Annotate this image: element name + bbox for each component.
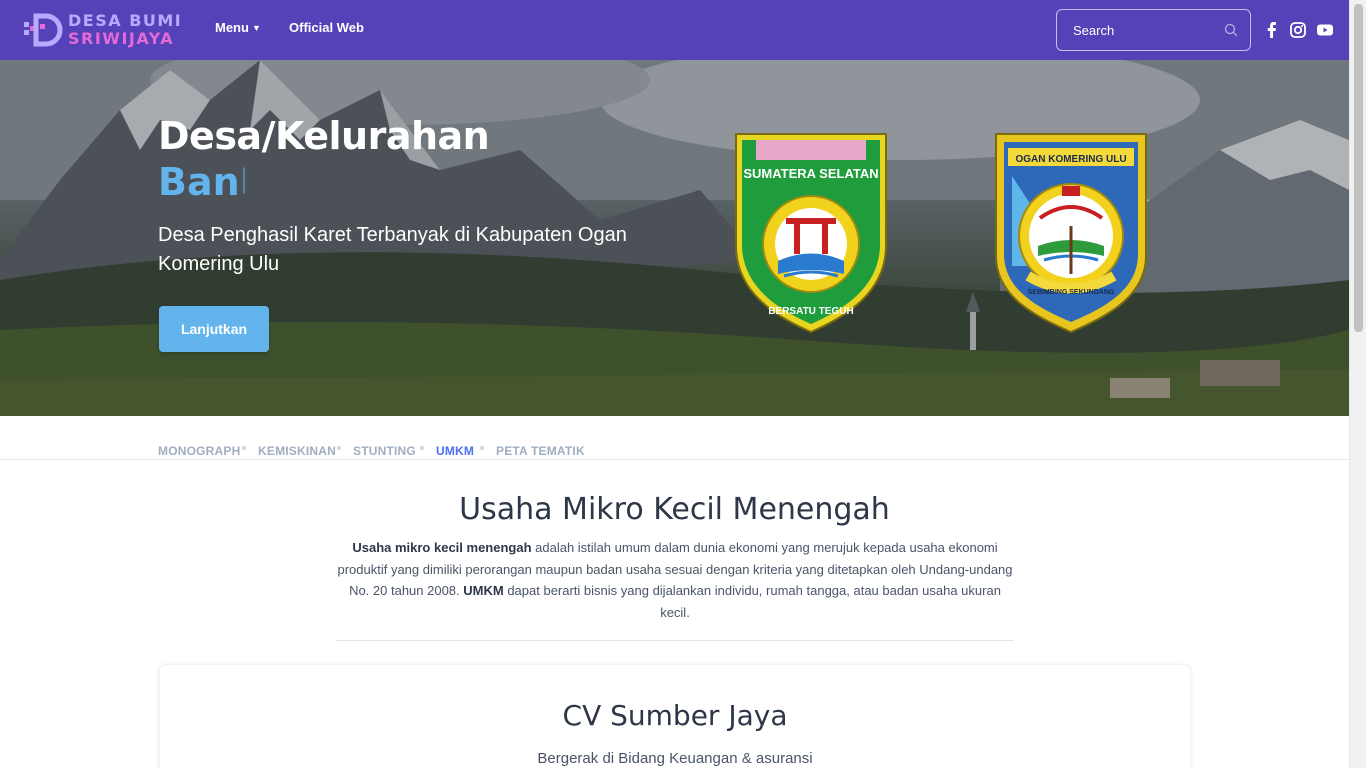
brand-logo[interactable]: DESA BUMI SRIWIJAYA: [22, 8, 187, 52]
hero-subtitle: Ban|: [158, 160, 248, 204]
tab-separator: [480, 446, 484, 450]
tab-separator: [420, 446, 424, 450]
official-web-link[interactable]: Official Web: [289, 20, 364, 35]
search-icon[interactable]: [1224, 23, 1238, 37]
emblem-right-top-text: OGAN KOMERING ULU: [1015, 154, 1126, 165]
scrollbar-thumb[interactable]: [1354, 4, 1363, 332]
tab-kemiskinan[interactable]: KEMISKINAN: [258, 444, 336, 458]
brand-line2: SRIWIJAYA: [68, 29, 175, 48]
business-name: CV Sumber Jaya: [562, 699, 788, 732]
emblem-right-bottom-text: SEBIMBING SEKUNDANG: [1028, 289, 1115, 296]
menu-label: Menu: [215, 20, 249, 35]
hero-description: Desa Penghasil Karet Terbanyak di Kabupa…: [158, 224, 627, 275]
search-input[interactable]: [1073, 22, 1213, 38]
instagram-icon[interactable]: [1289, 21, 1307, 39]
page-scrollbar[interactable]: [1349, 0, 1366, 768]
section-tabs: MONOGRAPH KEMISKINAN STUNTING UMKM PETA …: [0, 416, 1349, 460]
business-card: CV Sumber Jaya Bergerak di Bidang Keuang…: [159, 664, 1191, 768]
emblem-left-top-text: SUMATERA SELATAN: [743, 166, 878, 181]
business-sector: Bergerak di Bidang Keuangan & asuransi: [537, 750, 813, 767]
emblem-left-bottom-text: BERSATU TEGUH: [768, 306, 853, 317]
umkm-definition-cont: dapat berarti bisnis yang dijalankan ind…: [503, 583, 1001, 620]
section-title: Usaha Mikro Kecil Menengah: [459, 492, 890, 527]
continue-button[interactable]: Lanjutkan: [159, 306, 269, 352]
brand-line1: DESA BUMI: [68, 11, 183, 30]
top-navbar: DESA BUMI SRIWIJAYA Menu ▼ Official Web: [0, 0, 1349, 60]
tab-monograph[interactable]: MONOGRAPH: [158, 444, 240, 458]
menu-dropdown[interactable]: Menu ▼: [215, 20, 261, 35]
tab-peta-tematik[interactable]: PETA TEMATIK: [496, 444, 585, 458]
caret-down-icon: ▼: [251, 23, 261, 33]
brand-name: DESA BUMI SRIWIJAYA: [68, 12, 182, 48]
hero-banner: Desa/Kelurahan Ban| Desa Penghasil Karet…: [0, 60, 1349, 416]
hero-title: Desa/Kelurahan: [158, 114, 490, 158]
umkm-abbrev: UMKM: [463, 583, 504, 598]
umkm-term: Usaha mikro kecil menengah: [352, 540, 532, 555]
hero-subtitle-text: Ban: [158, 160, 240, 204]
facebook-icon[interactable]: [1263, 21, 1281, 39]
tab-separator: [337, 446, 341, 450]
tab-separator: [242, 446, 246, 450]
section-divider: [336, 640, 1014, 641]
section-description: Usaha mikro kecil menengah adalah istila…: [336, 537, 1014, 623]
search-field: [1056, 9, 1251, 51]
sumatera-selatan-emblem: SUMATERA SELATAN BERSATU TEGUH: [735, 133, 887, 334]
youtube-icon[interactable]: [1316, 21, 1334, 39]
typing-cursor: |: [239, 164, 249, 194]
tab-stunting[interactable]: STUNTING: [353, 444, 416, 458]
logo-mark-icon: [24, 13, 63, 47]
ogan-komering-ulu-emblem: OGAN KOMERING ULU SEBIMBING SEKUNDANG: [995, 133, 1147, 334]
tab-umkm[interactable]: UMKM: [436, 444, 474, 458]
